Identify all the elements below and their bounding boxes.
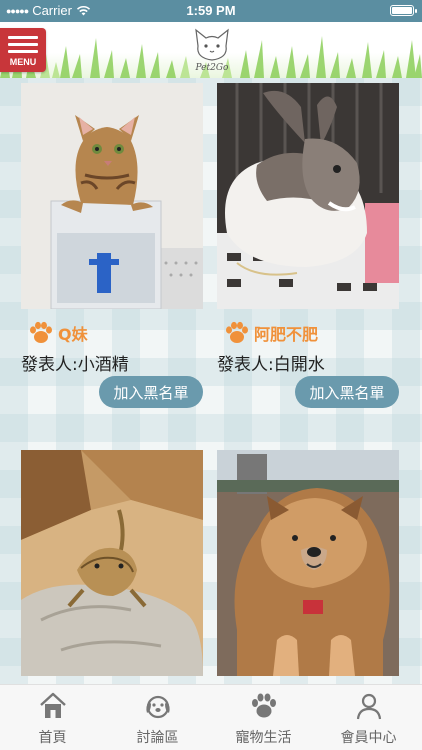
tab-label: 會員中心 xyxy=(340,730,397,746)
tab-label: 寵物生活 xyxy=(235,730,292,746)
clock: 1:59 PM xyxy=(186,3,236,18)
pet-name-row: Q妹 xyxy=(28,321,88,344)
tab-forum[interactable]: 討論區 xyxy=(105,685,210,750)
paw-icon xyxy=(226,321,248,343)
logo-text: Pet2Go xyxy=(195,63,230,72)
pet-photo[interactable] xyxy=(217,83,399,309)
add-to-blacklist-button[interactable]: 加入黑名單 xyxy=(99,376,203,408)
dog-face-icon xyxy=(145,695,170,719)
pet-name: 阿肥不肥 xyxy=(254,325,319,344)
pet-name-row: 阿肥不肥 xyxy=(224,321,319,344)
post-feed[interactable]: Q妹 發表人:小酒精 加入黑名單 阿肥不肥 發表人:白開水 加入黑名單 xyxy=(0,78,422,684)
poster-label: 發表人:小酒精 xyxy=(21,355,129,375)
tab-label: 討論區 xyxy=(136,730,179,746)
poster-label: 發表人:白開水 xyxy=(217,355,325,375)
pet-photo[interactable] xyxy=(217,450,399,676)
bottom-tab-bar: 首頁 討論區 寵物生活 會員中心 xyxy=(0,684,422,750)
tab-member-center[interactable]: 會員中心 xyxy=(316,685,421,750)
battery-icon xyxy=(390,5,417,16)
menu-button[interactable]: MENU xyxy=(0,28,46,72)
menu-label: MENU xyxy=(9,56,37,67)
app-logo[interactable]: Pet2Go xyxy=(186,24,238,72)
add-to-blacklist-button[interactable]: 加入黑名單 xyxy=(295,376,399,408)
paw-icon xyxy=(30,321,52,343)
pet-name: Q妹 xyxy=(58,325,88,344)
app-header: MENU Pet2Go xyxy=(0,22,422,78)
user-icon xyxy=(356,693,381,720)
tab-label: 首頁 xyxy=(38,730,67,746)
paw-icon xyxy=(251,693,276,718)
tab-home[interactable]: 首頁 xyxy=(0,685,105,750)
pet-photo[interactable] xyxy=(21,450,203,676)
home-icon xyxy=(39,692,66,718)
tab-pet-life[interactable]: 寵物生活 xyxy=(211,685,316,750)
pet-photo[interactable] xyxy=(21,83,203,309)
status-bar: ●●●●● Carrier 1:59 PM xyxy=(0,0,422,22)
